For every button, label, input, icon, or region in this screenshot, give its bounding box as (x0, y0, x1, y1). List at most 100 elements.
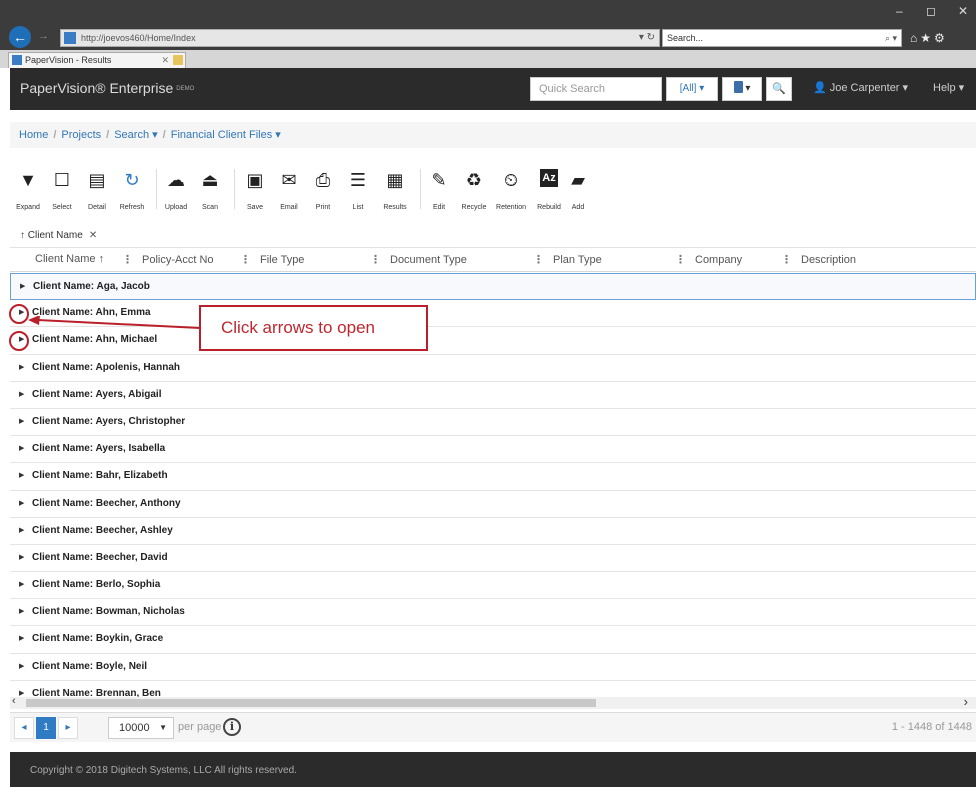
detail-button[interactable]: ▤ Detail (83, 169, 111, 211)
print-button[interactable]: ⎙ Print (309, 169, 337, 211)
column-menu-icon[interactable]: ⋮ (370, 254, 381, 266)
column-menu-icon[interactable]: ⋮ (675, 254, 686, 266)
browser-search-input[interactable]: Search... ⌕ ▾ (662, 29, 902, 47)
address-bar[interactable]: http://joevos460/Home/Index ▾ ↻ (60, 29, 660, 47)
group-row[interactable]: ▶ Client Name: Ayers, Abigail (10, 382, 976, 409)
refresh-button[interactable]: ↻ Refresh (115, 169, 149, 211)
group-row[interactable]: ▶ Client Name: Apolenis, Hannah (10, 355, 976, 382)
upload-button[interactable]: ☁ Upload (161, 169, 191, 211)
restore-button[interactable]: ◻ (926, 4, 936, 18)
browser-toolbar-icons[interactable]: ⌂★⚙ (910, 31, 948, 45)
search-button[interactable]: 🔍 (766, 77, 792, 101)
column-description[interactable]: ⋮ Description (781, 253, 856, 266)
column-client-name[interactable]: Client Name ↑ (35, 253, 104, 265)
scope-dropdown[interactable]: [All] ▾ (666, 77, 718, 101)
breadcrumb-search[interactable]: Search ▾ (114, 129, 157, 141)
info-icon[interactable]: i (223, 718, 241, 736)
group-row[interactable]: ▶ Client Name: Boyle, Neil (10, 654, 976, 681)
group-row[interactable]: ▶ Client Name: Bahr, Elizabeth (10, 463, 976, 491)
page-size-select[interactable]: 10000 ▼ (108, 717, 174, 739)
search-icon[interactable]: ⌕ ▾ (885, 30, 897, 46)
column-policy[interactable]: ⋮ Policy-Acct No (122, 253, 214, 266)
scroll-right-icon[interactable]: › (964, 694, 968, 709)
group-row[interactable]: ▶ Client Name: Berlo, Sophia (10, 572, 976, 600)
column-file-type[interactable]: ⋮ File Type (240, 253, 304, 266)
horizontal-scrollbar[interactable]: ‹ › (10, 694, 976, 709)
refresh-page-icon[interactable]: ▾ ↻ (639, 30, 655, 46)
group-row[interactable]: ▶ Client Name: Bowman, Nicholas (10, 599, 976, 627)
prev-page-button[interactable]: ◂ (14, 717, 34, 739)
tab-close-icon[interactable]: ✕ (161, 53, 169, 67)
forward-icon[interactable]: → (38, 30, 49, 42)
help-menu[interactable]: Help ▾ (933, 81, 964, 94)
list-button[interactable]: ☰ List (344, 169, 372, 211)
scroll-left-icon[interactable]: ‹ (12, 695, 16, 707)
save-button[interactable]: ▣ Save (241, 169, 269, 211)
column-menu-icon[interactable]: ⋮ (122, 254, 133, 266)
chevron-down-icon: ▼ (159, 723, 167, 732)
recycle-button[interactable]: ♻ Recycle (457, 169, 491, 211)
retention-button[interactable]: ⏲ Retention (490, 169, 532, 211)
scrollbar-thumb[interactable] (26, 699, 596, 707)
breadcrumb-project[interactable]: Financial Client Files ▾ (171, 129, 281, 141)
breadcrumb-projects[interactable]: Projects (61, 129, 101, 141)
address-url: http://joevos460/Home/Index (81, 33, 196, 43)
print-icon: ⎙ (315, 170, 331, 190)
rebuild-az-icon: Az (540, 169, 558, 187)
annotation-arrow (28, 316, 201, 329)
email-button[interactable]: ✉ Email (275, 169, 303, 211)
expand-arrow-icon[interactable]: ▶ (19, 409, 24, 435)
expand-arrow-icon[interactable]: ▶ (19, 572, 24, 598)
user-menu[interactable]: 👤 Joe Carpenter ▾ (813, 81, 908, 94)
expand-icon: ▼ (19, 170, 37, 190)
expand-arrow-icon[interactable]: ▶ (19, 463, 24, 489)
minimize-button[interactable]: – (896, 4, 903, 18)
add-button[interactable]: ▰ Add (564, 169, 592, 211)
column-menu-icon[interactable]: ⋮ (533, 254, 544, 266)
retention-clock-icon: ⏲ (503, 170, 519, 190)
column-plan-type[interactable]: ⋮ Plan Type (533, 253, 602, 266)
expand-arrow-icon[interactable]: ▶ (19, 626, 24, 652)
group-row[interactable]: ▶ Client Name: Ayers, Christopher (10, 409, 976, 437)
column-document-type[interactable]: ⋮ Document Type (370, 253, 467, 266)
rebuild-button[interactable]: Az Rebuild (532, 169, 566, 211)
detail-icon: ▤ (88, 170, 106, 190)
quick-search-input[interactable]: Quick Search (530, 77, 662, 101)
browser-tab[interactable]: PaperVision - Results ✕ (8, 52, 186, 68)
close-window-button[interactable]: ✕ (958, 4, 968, 18)
page-1-button[interactable]: 1 (36, 717, 56, 739)
column-company[interactable]: ⋮ Company (675, 253, 742, 266)
expand-arrow-icon[interactable]: ▶ (19, 518, 24, 544)
expand-arrow-icon[interactable]: ▶ (19, 545, 24, 571)
next-page-button[interactable]: ▸ (58, 717, 78, 739)
results-grid: ▶ Client Name: Aga, Jacob ▶ Client Name: A… (10, 273, 976, 699)
back-icon[interactable]: ← (9, 26, 31, 48)
group-row[interactable]: ▶ Client Name: Boykin, Grace (10, 626, 976, 654)
group-row[interactable]: ▶ Client Name: Beecher, Anthony (10, 491, 976, 518)
brand-logo[interactable]: PaperVision® Enterprise DEMO (20, 80, 194, 96)
group-row[interactable]: ▶ Client Name: Beecher, David (10, 545, 976, 573)
breadcrumb-home[interactable]: Home (19, 129, 48, 141)
user-name: Joe Carpenter ▾ (829, 82, 909, 94)
expand-arrow-icon[interactable]: ▶ (19, 654, 24, 680)
group-row[interactable]: ▶ Client Name: Aga, Jacob (10, 273, 976, 301)
group-row[interactable]: ▶ Client Name: Beecher, Ashley (10, 518, 976, 545)
new-tab-icon[interactable] (173, 55, 183, 65)
select-button[interactable]: ☐ Select (48, 169, 76, 211)
expand-arrow-icon[interactable]: ▶ (19, 382, 24, 408)
expand-arrow-icon[interactable]: ▶ (19, 436, 24, 462)
expand-arrow-icon[interactable]: ▶ (19, 599, 24, 625)
expand-button[interactable]: ▼ Expand (14, 169, 42, 211)
results-button[interactable]: ▦ Results (378, 169, 412, 211)
column-menu-icon[interactable]: ⋮ (781, 254, 792, 266)
group-chip-client-name[interactable]: ↑ Client Name ✕ (20, 230, 97, 241)
remove-group-icon[interactable]: ✕ (89, 230, 97, 241)
expand-arrow-icon[interactable]: ▶ (20, 274, 25, 300)
group-row[interactable]: ▶ Client Name: Ayers, Isabella (10, 436, 976, 464)
device-dropdown[interactable]: ▾ (722, 77, 762, 101)
expand-arrow-icon[interactable]: ▶ (19, 491, 24, 517)
edit-button[interactable]: ✎ Edit (425, 169, 453, 211)
expand-arrow-icon[interactable]: ▶ (19, 355, 24, 381)
column-menu-icon[interactable]: ⋮ (240, 254, 251, 266)
scan-button[interactable]: ⏏ Scan (196, 169, 224, 211)
